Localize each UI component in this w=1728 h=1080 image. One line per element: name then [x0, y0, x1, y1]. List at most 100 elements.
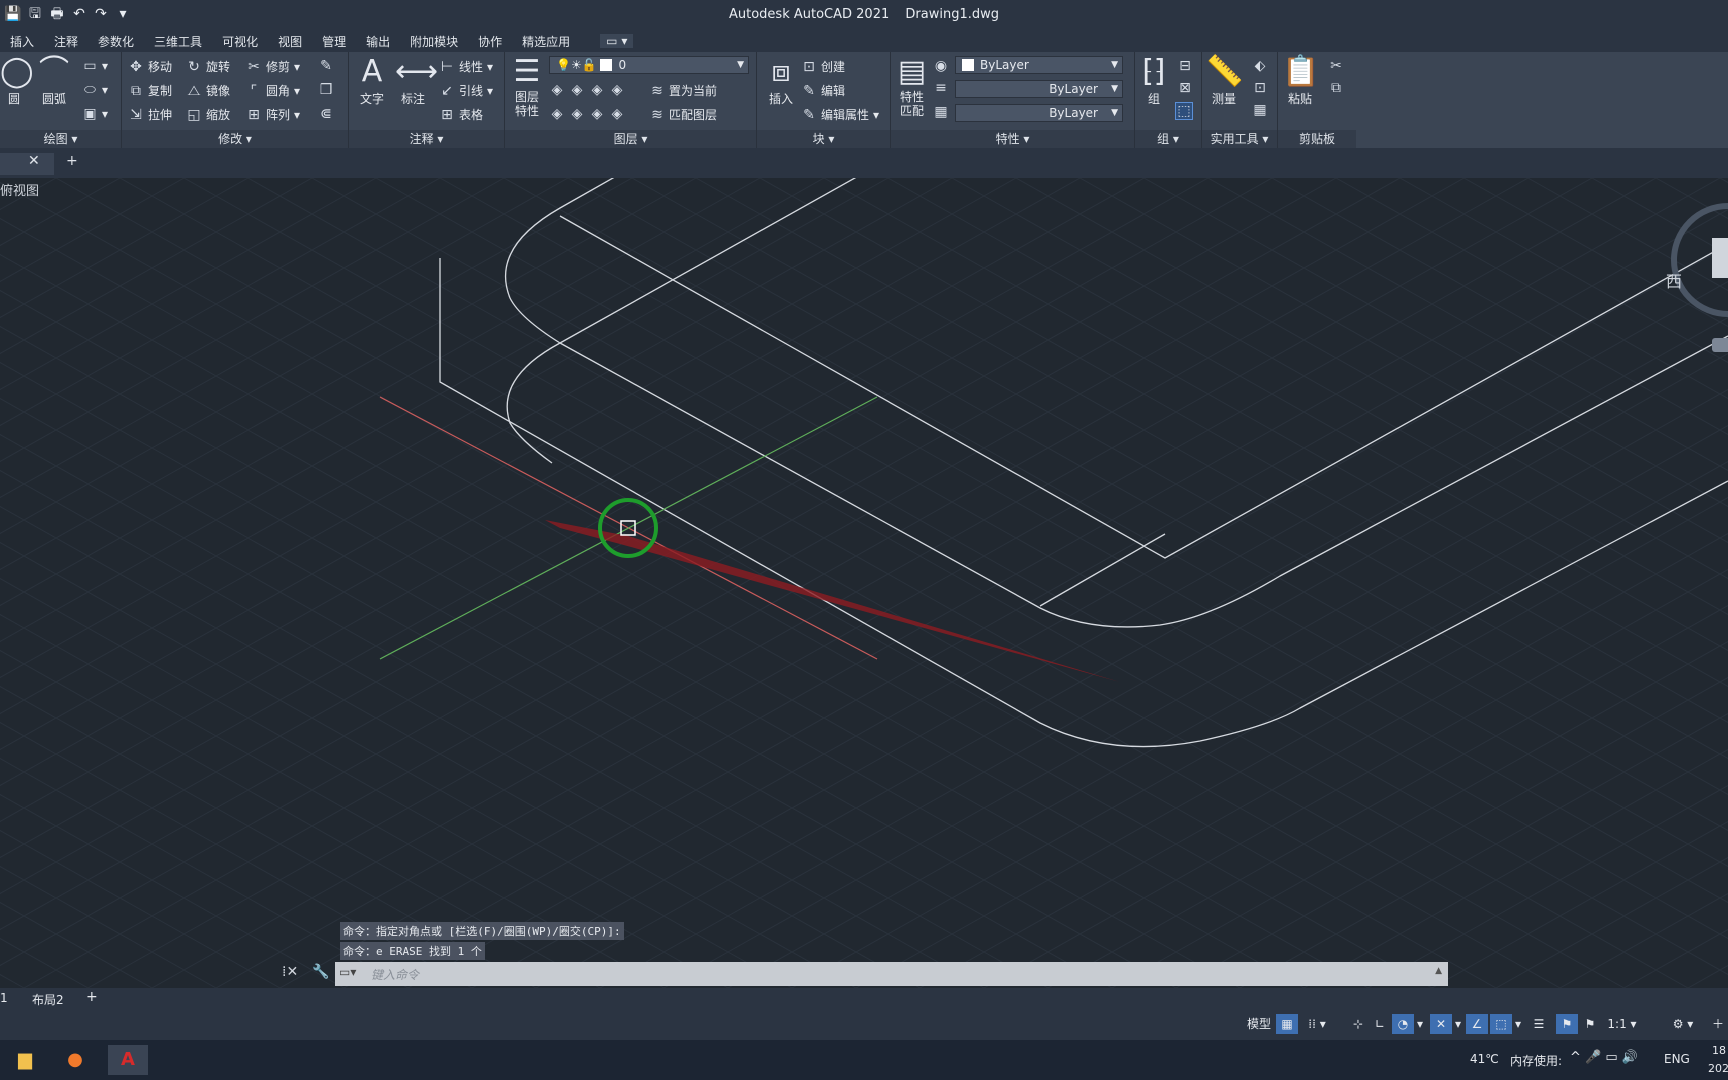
leader-button[interactable]: ↙ 引线 ▾	[439, 82, 493, 99]
tab-addins[interactable]: 附加模块	[400, 33, 468, 50]
hatch-button[interactable]: ⬭ ▾	[82, 82, 108, 98]
ungroup-icon[interactable]: ⊟	[1177, 58, 1193, 74]
text-button[interactable]: A 文字	[355, 54, 389, 107]
autocad-taskbar-icon[interactable]: A	[108, 1045, 148, 1075]
file-tab-drawing1[interactable]: ✕	[0, 153, 54, 175]
color-dropdown[interactable]: ByLayer ▼	[955, 56, 1123, 74]
explode-button[interactable]: ❒	[318, 82, 334, 98]
erase-button[interactable]: ✎	[318, 58, 334, 74]
block-panel-title[interactable]: 块 ▾	[757, 130, 890, 148]
utilities-panel-title[interactable]: 实用工具 ▾	[1202, 130, 1277, 148]
boundary-button[interactable]: ▣ ▾	[82, 106, 108, 122]
tab-visualize[interactable]: 可视化	[212, 33, 268, 50]
calculator-icon[interactable]: ▦	[1252, 102, 1268, 118]
quick-select-icon[interactable]: ⬖	[1252, 58, 1268, 74]
ortho-icon[interactable]: ∟	[1370, 1014, 1390, 1034]
isodraft-dropdown-icon[interactable]: ▾	[1452, 1014, 1464, 1034]
tab-view[interactable]: 视图	[268, 33, 312, 50]
edit-block-button[interactable]: ✎ 编辑	[801, 82, 845, 99]
tab-insert[interactable]: 插入	[0, 33, 44, 50]
tray-icons[interactable]: ^ 🎤 ▭ 🔊	[1570, 1050, 1638, 1065]
view-label[interactable]: 俯视图	[0, 180, 39, 199]
polar-tracking-icon[interactable]: ◔	[1392, 1014, 1414, 1034]
firefox-icon[interactable]: ●	[60, 1045, 90, 1075]
match-properties-button[interactable]: ▤ 特性匹配	[895, 54, 929, 118]
properties-panel-title[interactable]: 特性 ▾	[891, 130, 1134, 148]
groups-panel-title[interactable]: 组 ▾	[1135, 130, 1201, 148]
scale-button[interactable]: ◱ 缩放	[186, 106, 230, 123]
stretch-button[interactable]: ⇲ 拉伸	[128, 106, 172, 123]
offset-button[interactable]: ⋐	[318, 106, 334, 122]
object-snap-tracking-icon[interactable]: ∠	[1466, 1014, 1488, 1034]
layout-tab-2[interactable]: 布局2	[32, 991, 64, 1008]
clock-date[interactable]: 202	[1708, 1062, 1728, 1075]
command-close-icon[interactable]: ⁞✕	[282, 964, 298, 980]
wrench-icon[interactable]: 🔧	[312, 964, 329, 980]
tab-3d-tools[interactable]: 三维工具	[144, 33, 212, 50]
input-language[interactable]: ENG	[1664, 1052, 1690, 1066]
command-history-toggle-icon[interactable]: ▲	[1435, 966, 1442, 976]
table-button[interactable]: ⊞ 表格	[439, 106, 483, 123]
annotation-visibility-icon[interactable]: ⚑	[1556, 1014, 1578, 1034]
linetype-dropdown[interactable]: ByLayer ▼	[955, 80, 1123, 98]
weather-temperature[interactable]: 41℃	[1470, 1052, 1499, 1066]
dimension-button[interactable]: ⟷ 标注	[395, 54, 438, 107]
memory-usage[interactable]: 内存使用:	[1510, 1052, 1562, 1069]
measure-button[interactable]: 📏 测量	[1206, 54, 1243, 107]
snap-toggle-icon[interactable]: ⁞⁞ ▾	[1300, 1014, 1334, 1034]
rotate-button[interactable]: ↻ 旋转	[186, 58, 230, 75]
fillet-button[interactable]: ⌜ 圆角 ▾	[246, 82, 300, 99]
copy-clip-icon[interactable]: ⧉	[1328, 80, 1344, 96]
drawing-canvas[interactable]	[0, 178, 1728, 988]
move-button[interactable]: ✥ 移动	[128, 58, 172, 75]
close-icon[interactable]: ✕	[28, 153, 40, 169]
group-select-icon[interactable]: ⬚	[1175, 102, 1193, 120]
array-button[interactable]: ⊞ 阵列 ▾	[246, 106, 300, 123]
viewcube-west-label[interactable]: 西	[1666, 268, 1682, 292]
tab-parametric[interactable]: 参数化	[88, 33, 144, 50]
object-snap-icon[interactable]: ⬚	[1490, 1014, 1512, 1034]
auto-scale-icon[interactable]: ⚑	[1580, 1014, 1600, 1034]
draw-panel-title[interactable]: 绘图 ▾	[0, 130, 121, 148]
infer-constraints-icon[interactable]: ⊹	[1348, 1014, 1368, 1034]
grid-toggle-icon[interactable]: ▦	[1276, 1014, 1298, 1034]
command-prompt-icon[interactable]: ▭▾	[339, 965, 356, 979]
layer-dropdown[interactable]: 💡☀🔓 0 ▼	[549, 56, 749, 74]
arc-button[interactable]: ⌒ 圆弧	[36, 54, 72, 107]
layer-tools-row1[interactable]: ◈ ◈ ◈ ◈	[549, 82, 625, 98]
circle-button[interactable]: ◯ 圆	[0, 54, 34, 107]
layout-tab-1[interactable]: 1	[0, 991, 8, 1005]
match-layer-button[interactable]: ≋ 匹配图层	[649, 106, 717, 123]
wcs-badge[interactable]	[1712, 338, 1728, 352]
set-current-button[interactable]: ≋ 置为当前	[649, 82, 717, 99]
insert-block-button[interactable]: ⧈ 插入	[761, 54, 801, 107]
tab-featured-apps[interactable]: 精选应用	[512, 33, 580, 50]
lineweight-dropdown[interactable]: ByLayer ▼	[955, 104, 1123, 122]
color-wheel-icon[interactable]: ◉	[933, 58, 949, 74]
group-button[interactable]: ⁅⁆ 组	[1139, 54, 1169, 107]
select-all-icon[interactable]: ⊡	[1252, 80, 1268, 96]
tab-manage[interactable]: 管理	[312, 33, 356, 50]
mirror-button[interactable]: ⧍ 镜像	[186, 82, 230, 99]
ribbon-minimize-button[interactable]: ▭ ▾	[600, 34, 634, 48]
tab-collaborate[interactable]: 协作	[468, 33, 512, 50]
annotation-panel-title[interactable]: 注释 ▾	[349, 130, 504, 148]
lineweight-toggle-icon[interactable]: ☰	[1528, 1014, 1550, 1034]
create-block-button[interactable]: ⊡ 创建	[801, 58, 845, 75]
edit-attributes-button[interactable]: ✎ 编辑属性 ▾	[801, 106, 879, 123]
command-input[interactable]: ▭▾ 键入命令 ▲	[335, 962, 1448, 986]
osnap-dropdown-icon[interactable]: ▾	[1512, 1014, 1524, 1034]
layer-properties-button[interactable]: ☰ 图层特性	[509, 54, 545, 118]
cut-icon[interactable]: ✂	[1328, 58, 1344, 74]
layer-tools-row2[interactable]: ◈ ◈ ◈ ◈	[549, 106, 625, 122]
tab-annotate[interactable]: 注释	[44, 33, 88, 50]
trim-button[interactable]: ✂ 修剪 ▾	[246, 58, 300, 75]
file-explorer-icon[interactable]: ▆	[10, 1045, 40, 1075]
layers-panel-title[interactable]: 图层 ▾	[505, 130, 756, 148]
viewcube-face[interactable]	[1712, 238, 1728, 278]
new-tab-button[interactable]: +	[66, 153, 78, 169]
linear-button[interactable]: ⊢ 线性 ▾	[439, 58, 493, 75]
tab-output[interactable]: 输出	[356, 33, 400, 50]
customize-icon[interactable]: ＋	[1708, 1014, 1728, 1034]
paste-button[interactable]: 📋 粘贴	[1282, 54, 1319, 107]
